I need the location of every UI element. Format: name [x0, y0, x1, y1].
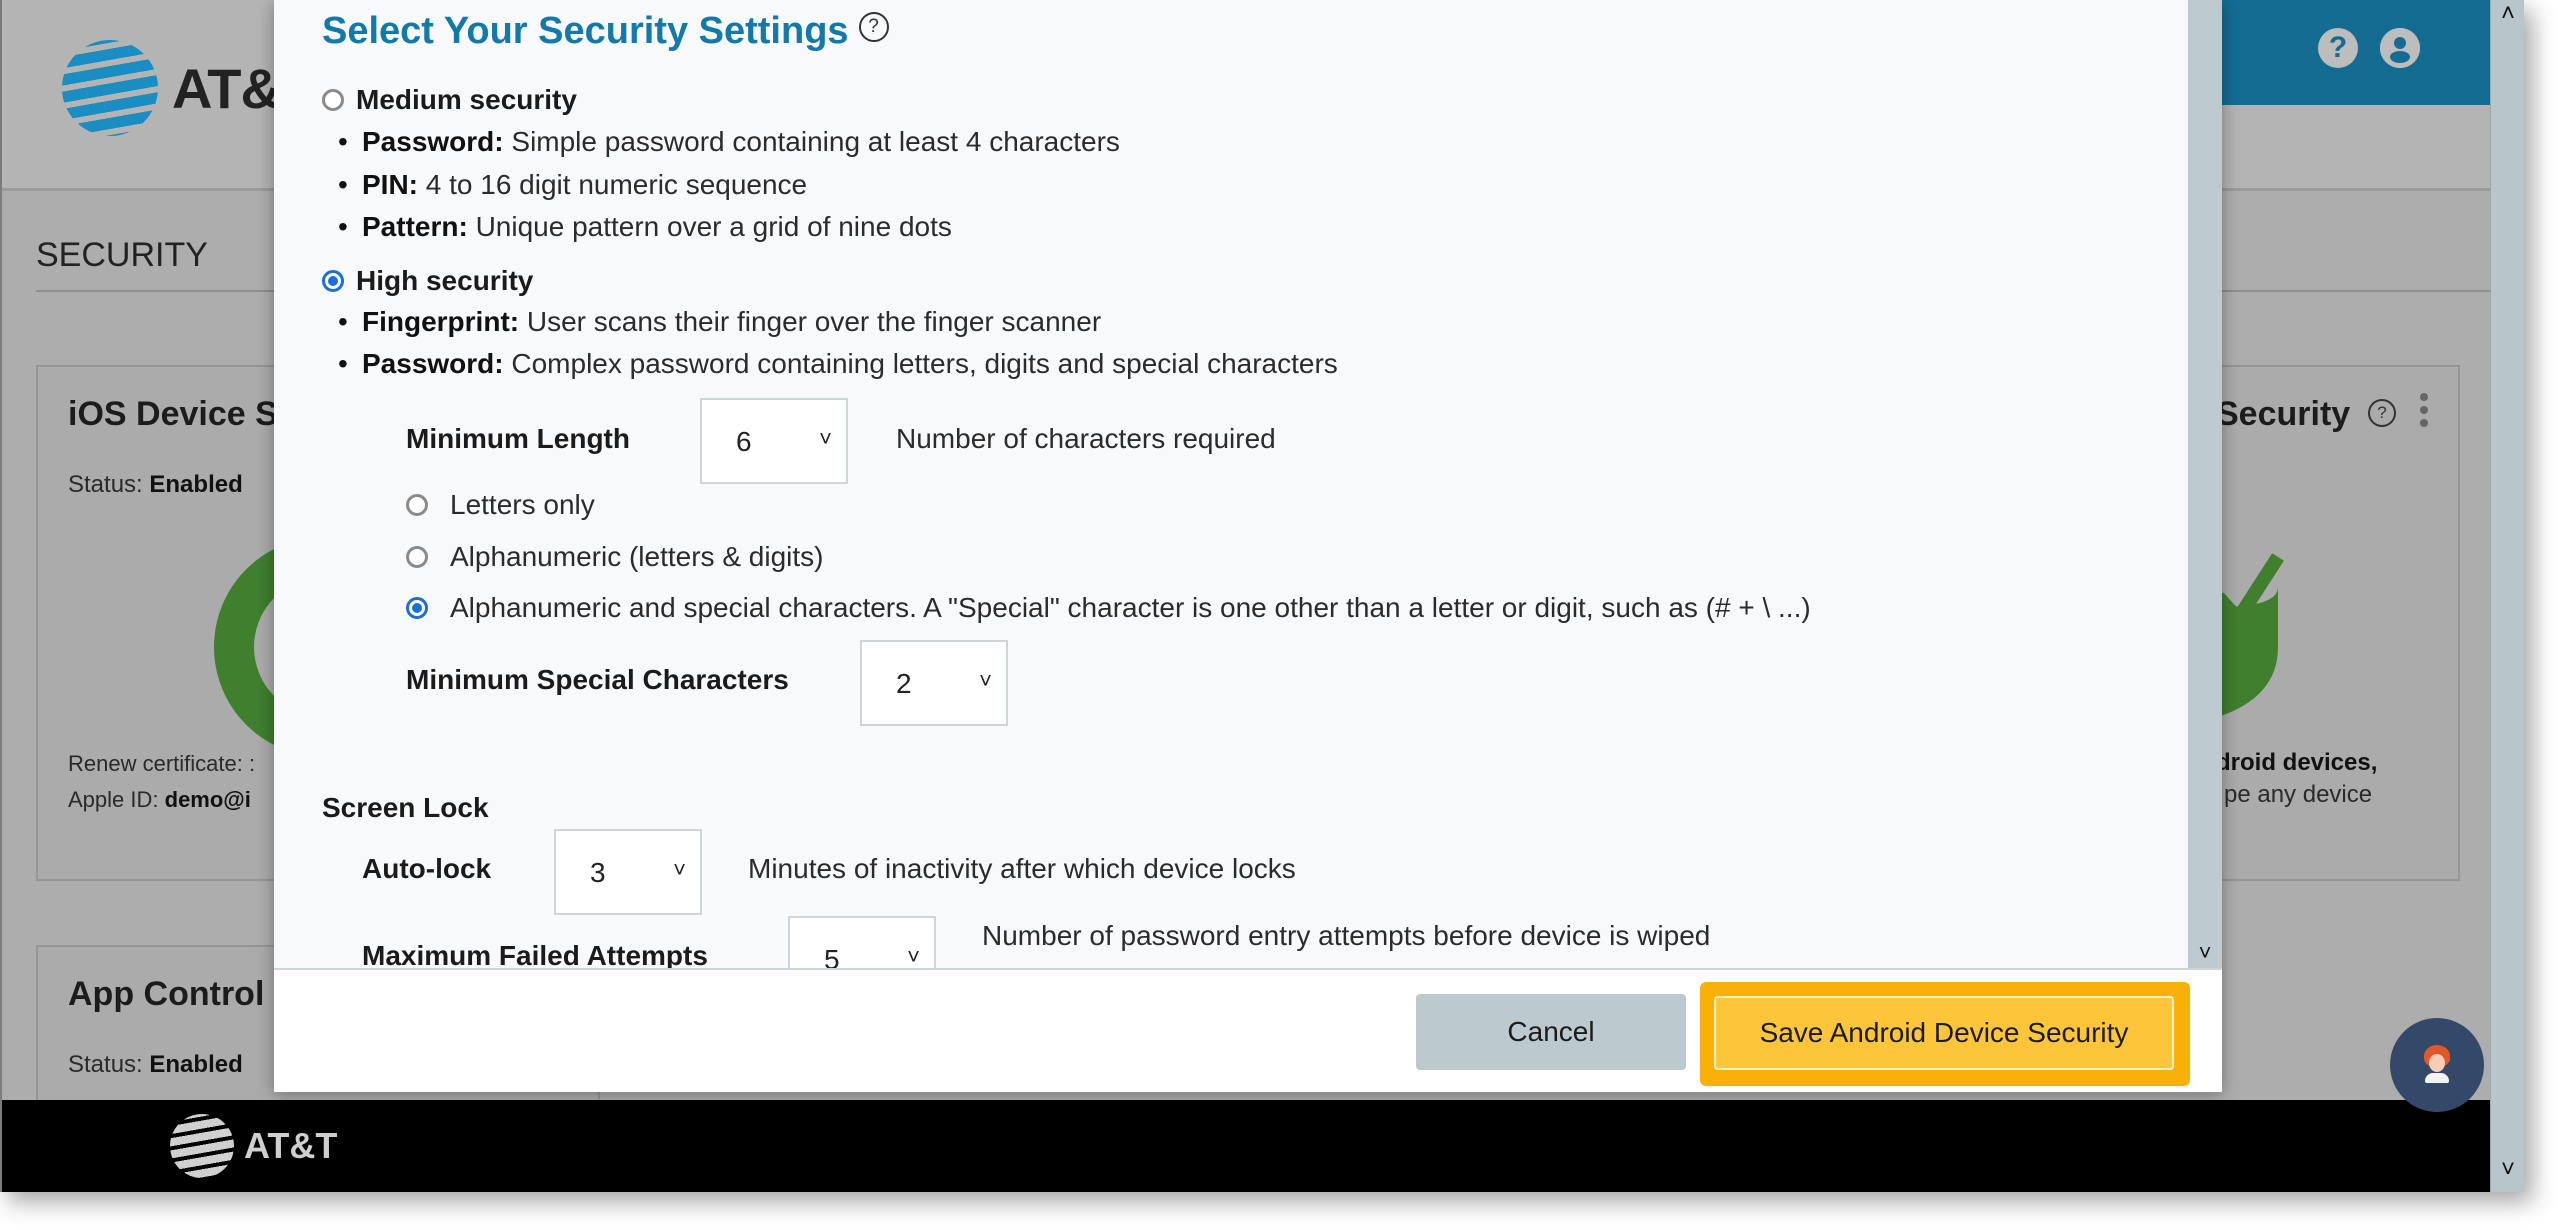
modal-footer: Cancel Save Android Device Security [274, 968, 2222, 1092]
scroll-up-icon[interactable]: ˄ [2491, 0, 2524, 28]
high-security-radio[interactable] [322, 270, 344, 292]
save-android-security-button[interactable]: Save Android Device Security [1714, 996, 2174, 1070]
letters-only-label[interactable]: Letters only [450, 489, 595, 521]
ios-renew-certificate: Renew certificate: : [68, 751, 256, 776]
chevron-down-icon: ˅ [819, 426, 832, 451]
section-title: SECURITY [36, 236, 208, 274]
chevron-down-icon: ˅ [907, 944, 920, 968]
modal-scroll-down-icon[interactable]: ˅ [2188, 940, 2222, 966]
medium-security-radio[interactable] [322, 89, 344, 111]
min-length-hint: Number of characters required [896, 423, 1276, 454]
medium-security-label[interactable]: Medium security [356, 84, 577, 116]
high-bullet-fingerprint: Fingerprint: User scans their finger ove… [338, 306, 1101, 338]
att-globe-icon [62, 40, 158, 136]
app-control-title: App Control [68, 975, 265, 1013]
footer-logo[interactable]: AT&T [170, 1114, 337, 1178]
alphanumeric-special-radio[interactable] [406, 597, 428, 619]
high-bullet-password: Password: Complex password containing le… [338, 348, 1338, 380]
footer-att-globe-icon [170, 1114, 234, 1178]
modal-scroll-content: Select Your Security Settings? Medium se… [274, 0, 2188, 968]
account-icon[interactable] [2380, 28, 2420, 68]
save-button-focus-ring: Save Android Device Security [1700, 982, 2190, 1086]
app-control-status: Status: Enabled [68, 1051, 243, 1078]
android-card-line-1: droid devices, [2216, 749, 2378, 776]
min-special-label: Minimum Special Characters [406, 664, 789, 695]
screen-lock-heading: Screen Lock [322, 792, 489, 823]
chevron-down-icon: ˅ [673, 857, 686, 882]
modal-title: Select Your Security Settings? [322, 10, 889, 53]
modal-scrollbar[interactable]: ˅ [2188, 0, 2222, 968]
android-help-icon[interactable]: ? [2368, 399, 2396, 427]
ios-apple-id: Apple ID: demo@i [68, 787, 251, 812]
page-footer: AT&T [2, 1100, 2490, 1192]
alphanumeric-special-label[interactable]: Alphanumeric and special characters. A "… [450, 592, 1811, 624]
letters-only-radio[interactable] [406, 494, 428, 516]
chevron-down-icon: ˅ [979, 668, 992, 693]
min-special-select[interactable]: 2 ˅ [860, 640, 1008, 726]
security-settings-modal: Select Your Security Settings? Medium se… [274, 0, 2222, 1092]
alphanumeric-radio[interactable] [406, 546, 428, 568]
help-icon[interactable]: ? [2318, 28, 2358, 68]
medium-bullet-pattern: Pattern: Unique pattern over a grid of n… [338, 211, 952, 243]
assistant-avatar-icon [2422, 1045, 2452, 1085]
max-failed-select[interactable]: 5 ˅ [788, 916, 936, 968]
cancel-button[interactable]: Cancel [1416, 994, 1686, 1070]
medium-bullet-pin: PIN: 4 to 16 digit numeric sequence [338, 169, 807, 201]
ios-card-status: Status: Enabled [68, 471, 243, 498]
min-special-value: 2 [896, 668, 912, 699]
max-failed-hint: Number of password entry attempts before… [982, 920, 1711, 951]
min-length-label: Minimum Length [406, 423, 630, 454]
android-card-title: Security [2216, 395, 2351, 433]
title-help-icon[interactable]: ? [858, 12, 889, 42]
browser-window: AT&T ? SECURITY iOS Device S Status: Ena… [0, 0, 2524, 1192]
auto-lock-select[interactable]: 3 ˅ [554, 829, 702, 915]
ios-status-value: Enabled [149, 471, 243, 498]
alphanumeric-label[interactable]: Alphanumeric (letters & digits) [450, 541, 823, 573]
android-card-line-2: pe any device [2224, 781, 2373, 808]
android-card-menu-icon[interactable] [2420, 393, 2428, 432]
max-failed-label: Maximum Failed Attempts [362, 940, 708, 968]
auto-lock-label: Auto-lock [362, 853, 492, 884]
min-length-value: 6 [736, 426, 752, 457]
max-failed-value: 5 [824, 944, 840, 968]
high-security-label[interactable]: High security [356, 265, 533, 297]
android-shield-check-icon [2218, 553, 2284, 717]
min-length-select[interactable]: 6 ˅ [700, 398, 848, 484]
auto-lock-hint: Minutes of inactivity after which device… [748, 853, 1296, 884]
footer-logo-text: AT&T [244, 1125, 338, 1166]
header-accent-bar: ? [2222, 0, 2490, 105]
page-scrollbar[interactable]: ˄ ˅ [2490, 0, 2524, 1192]
chat-assistant-button[interactable] [2390, 1018, 2484, 1112]
medium-bullet-password: Password: Simple password containing at … [338, 126, 1120, 158]
auto-lock-value: 3 [590, 857, 606, 888]
scroll-down-icon[interactable]: ˅ [2491, 1156, 2524, 1184]
ios-card-title: iOS Device S [68, 395, 278, 433]
